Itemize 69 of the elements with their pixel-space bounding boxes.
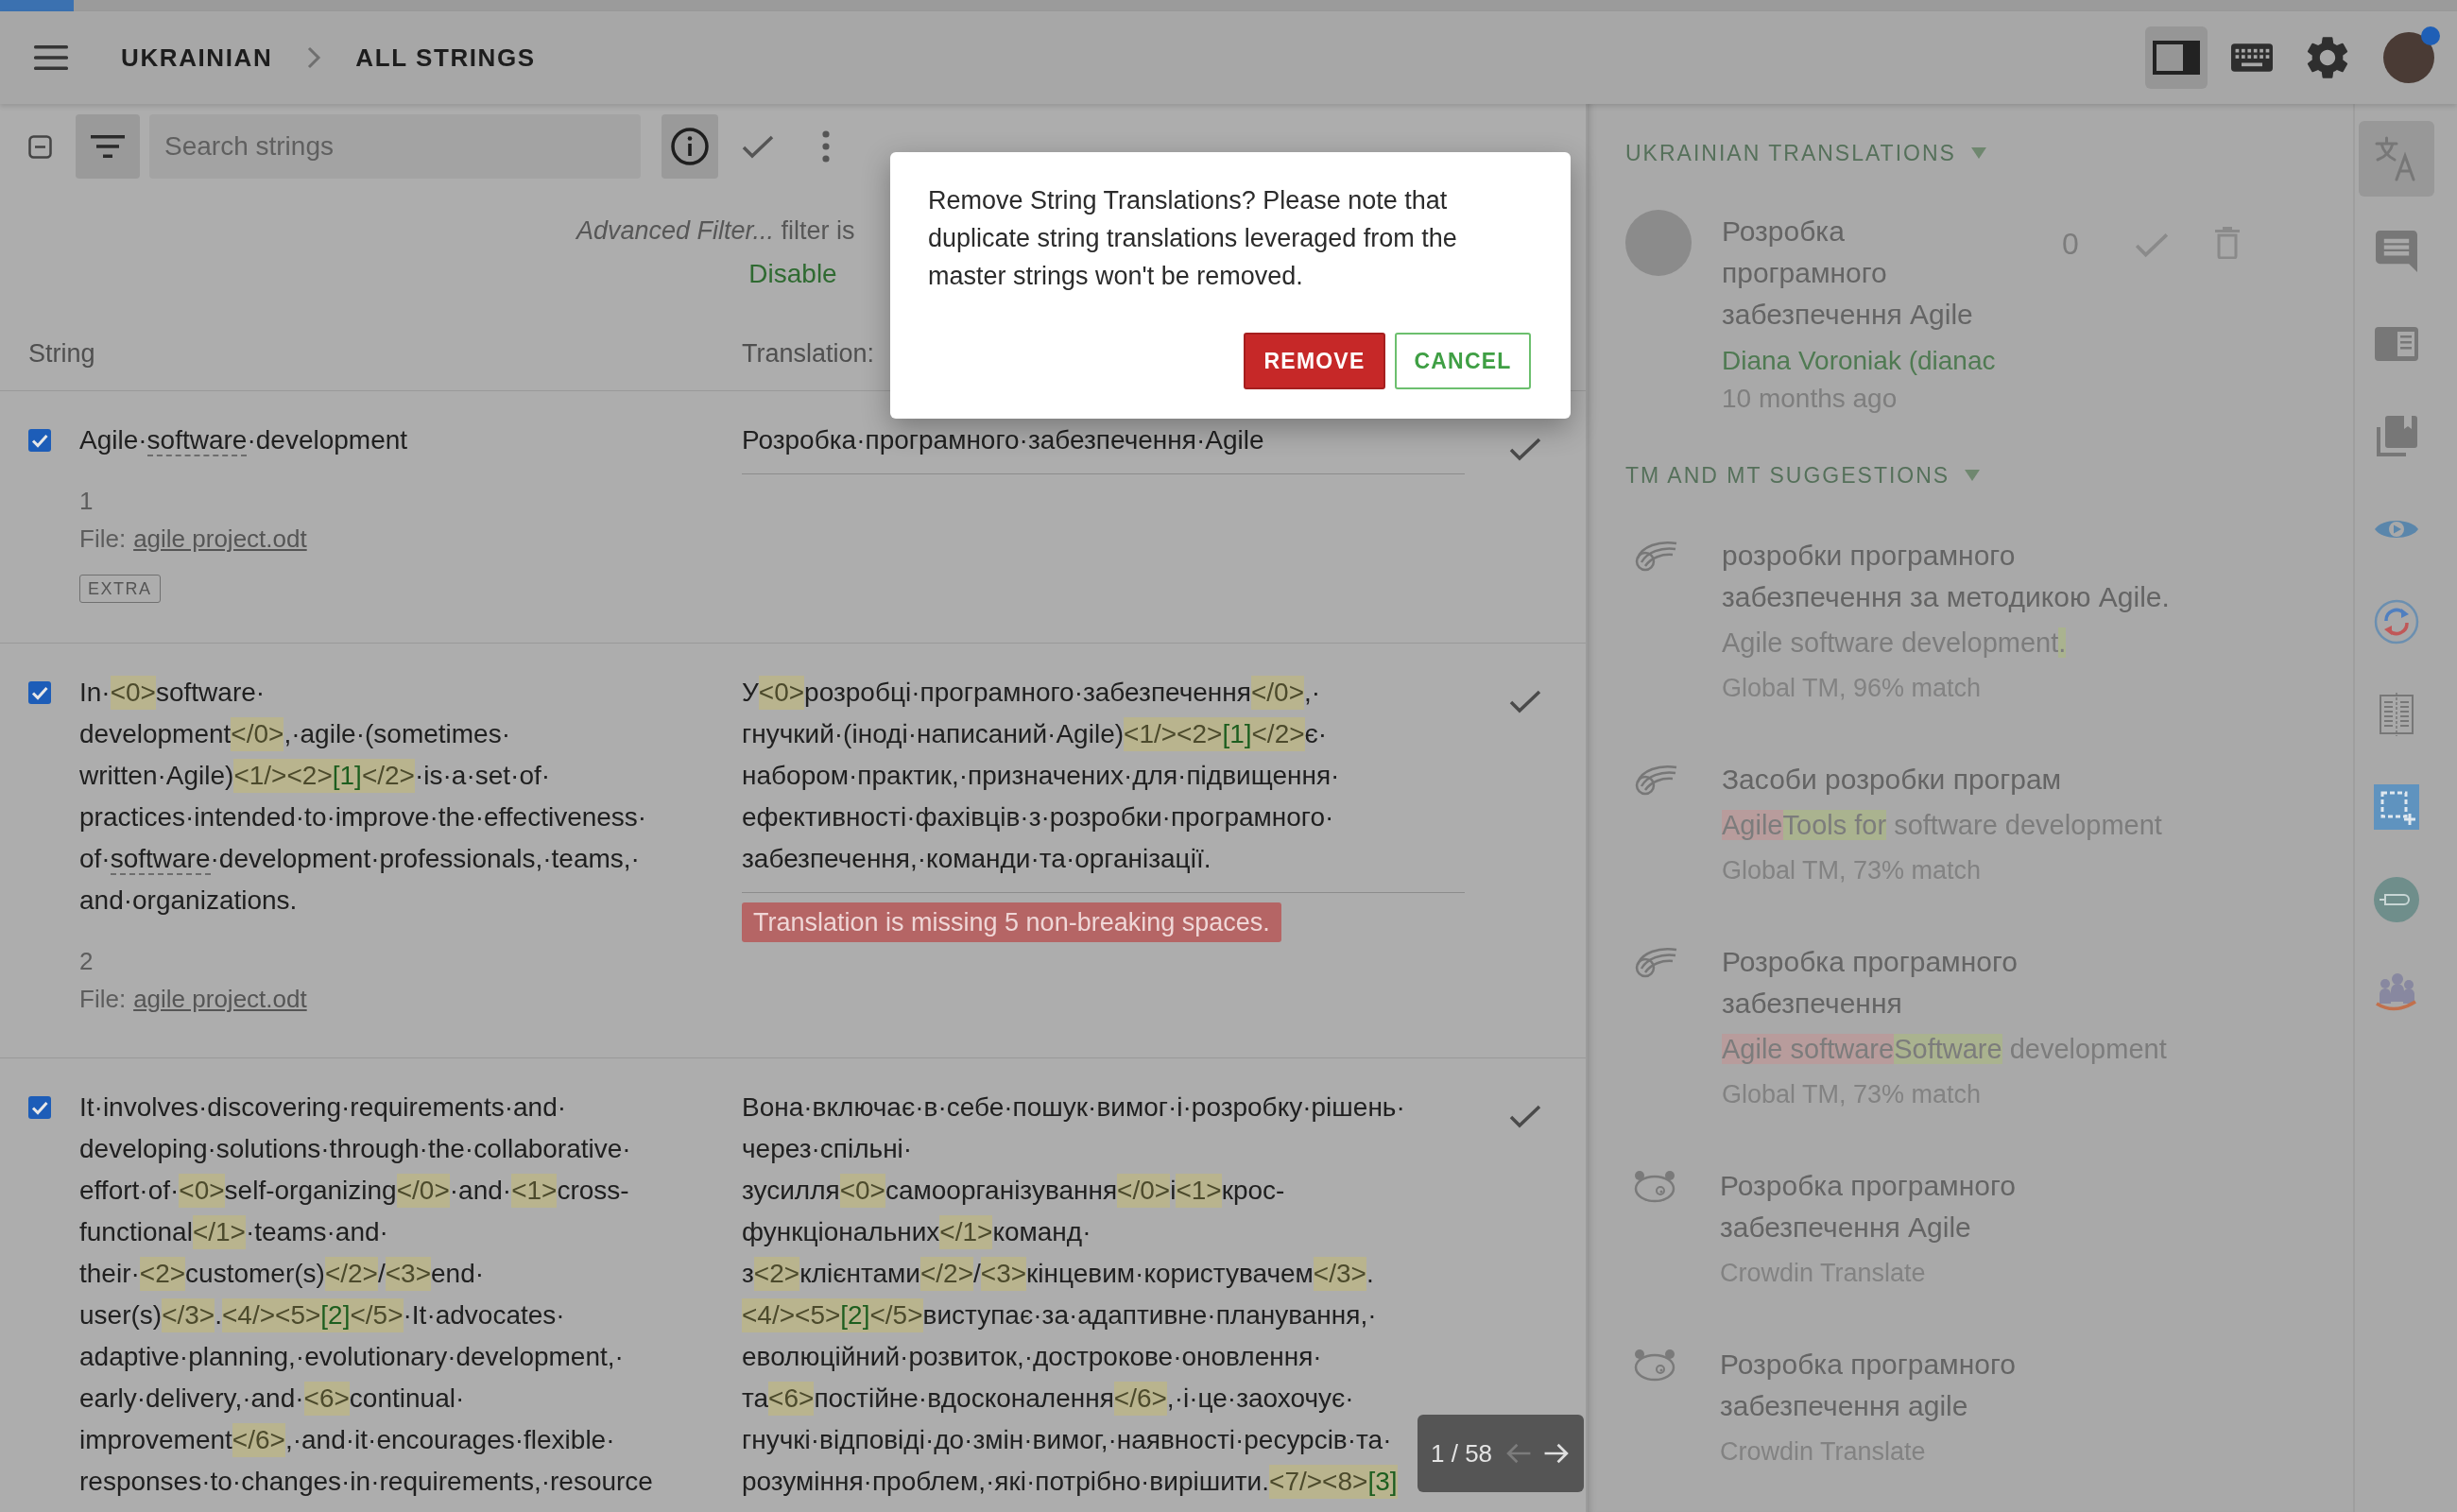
checkbox[interactable] bbox=[28, 429, 51, 452]
file-link[interactable]: agile project.odt bbox=[133, 980, 307, 1018]
bookmarked-pages-icon bbox=[2376, 416, 2417, 457]
file-link[interactable]: agile project.odt bbox=[133, 520, 307, 558]
check-icon bbox=[741, 133, 775, 160]
column-header: String bbox=[28, 338, 95, 369]
checkbox[interactable] bbox=[28, 1096, 51, 1119]
people-icon bbox=[2374, 971, 2419, 1013]
section-title[interactable]: UKRAINIAN TRANSLATIONS bbox=[1625, 139, 1956, 167]
sync-icon bbox=[2374, 599, 2419, 644]
info-button[interactable] bbox=[662, 114, 718, 179]
settings-icon bbox=[2307, 37, 2348, 78]
search-field[interactable]: Search strings bbox=[149, 114, 641, 179]
translation-text: Вона·включає·в·себе·пошук·вимог·і·розробку·рішень· через·спільні· зусилля<0>самоорганізування</0>і<1>крос- функціональних</1>команд· з<2>клієнтами</2>/<3>кінцевим·користувачем</3>. <4/><5>[2]</5>виступає·за·адаптивне·планування,· еволюційний·розвиток,·дострокове·оновлення· та<6>постійне·вдосконалення</6>,·і·це·заохочує· гнучкі·відповіді·до·змін·вимог,·наявності·ресурсів·та· розуміння·проблем,·які·потрібно·вирішити.<7/><8>[3] bbox=[742, 1087, 1405, 1503]
suggestion-text[interactable]: Розробка програмного забезпечення bbox=[1722, 941, 2018, 1024]
breadcrumb-link[interactable]: UKRAINIAN bbox=[121, 43, 273, 73]
layout-icon bbox=[2153, 41, 2200, 75]
suggestion-text[interactable]: розробки програмного забезпечення за методикою Agile. bbox=[1722, 535, 2170, 618]
next-arrow-icon[interactable] bbox=[1543, 1442, 1571, 1465]
label-icon bbox=[2374, 877, 2419, 922]
user-avatar[interactable] bbox=[2383, 32, 2434, 83]
label-tag: EXTRA bbox=[79, 575, 161, 603]
info-icon bbox=[671, 128, 709, 165]
comment-icon bbox=[2376, 231, 2417, 272]
chevron-icon bbox=[306, 45, 322, 70]
author-name: Diana Voroniak (dianac bbox=[1722, 345, 1996, 377]
source-text: In·<0>software· development</0>,·agile·(sometimes· written·Agile)<1/><2>[1]</2>·is·a·set·of· practices·intended·to·improve·the·effectiveness· of·software·development·professionals,·teams,· and·organizations. bbox=[79, 675, 647, 917]
file-label: File: bbox=[79, 524, 127, 555]
collapse-icon[interactable] bbox=[28, 134, 52, 159]
error-message: Translation is missing 5 non-breaking spaces. bbox=[742, 902, 1281, 942]
swirl-icon bbox=[1633, 539, 1678, 573]
file-label: File: bbox=[79, 984, 127, 1015]
filter-notice: Advanced Filter... filter is bbox=[576, 215, 855, 247]
filter-button[interactable] bbox=[76, 114, 140, 179]
section-title[interactable]: TM AND MT SUGGESTIONS bbox=[1625, 461, 1950, 490]
check-icon[interactable] bbox=[1508, 1103, 1542, 1129]
translation-text: У<0>розробці·програмного·забезпечення</0>,· гнучкий·(іноді·написаний·Agile)<1/><2>[1]</2>є· набором·практик,·призначених·для·підвищення· ефективності·фахівців·з·розробки·програмного· забезпечення,·команди·та·організації. bbox=[742, 675, 1340, 875]
filter-icon bbox=[91, 135, 125, 158]
translation-suggestion: Розробка програмного забезпечення Agile bbox=[1722, 215, 1973, 332]
keyboard-icon bbox=[2231, 43, 2273, 72]
checkbox[interactable] bbox=[28, 681, 51, 704]
reader-panel-icon bbox=[2375, 327, 2418, 361]
string-number: 1 bbox=[79, 486, 94, 517]
document-icon bbox=[2380, 693, 2414, 736]
menu-icon[interactable] bbox=[34, 45, 68, 70]
disable-filter-link[interactable]: Disable bbox=[748, 257, 837, 291]
check-icon[interactable] bbox=[2133, 231, 2170, 259]
suggestion-text[interactable]: Розробка програмного забезпечення agile bbox=[1720, 1344, 2016, 1427]
layout-button[interactable] bbox=[2145, 26, 2208, 89]
source-text: Agile·software·development bbox=[79, 424, 408, 458]
string-number: 2 bbox=[79, 946, 94, 977]
swirl-icon bbox=[1633, 763, 1678, 797]
page-counter: 1 / 58 bbox=[1431, 1438, 1493, 1469]
cancel-button[interactable]: CANCEL bbox=[1395, 333, 1531, 389]
source-text: It·involves·discovering·requirements·and· developing·solutions·through·the·collaborative· effort·of·<0>self-organizing</0>·and·<1>cross- functional</1>·teams·and· their·<2>customer(s)</2>/<3>end· user(s)</3>.<4/><5>[2]</5>·It·advocates· adaptive·planning,·evolutionary·development,· early·delivery,·and·<6>continual· improvement</6>,·and·it·encourages·flexible· responses·to·changes·in·requirements,·resource bbox=[79, 1091, 653, 1498]
translation-text: Розробка·програмного·забезпечення·Agile bbox=[742, 424, 1264, 456]
suggestion-text[interactable]: Засоби розробки програм bbox=[1722, 759, 2062, 800]
bear-face-icon bbox=[1633, 1169, 1676, 1203]
more-icon bbox=[822, 130, 830, 163]
bear-face-icon bbox=[1633, 1348, 1676, 1382]
suggestion-text[interactable]: Розробка програмного забезпечення Agile bbox=[1720, 1165, 2016, 1248]
column-header: Translation: bbox=[742, 338, 875, 369]
breadcrumb-link[interactable]: ALL STRINGS bbox=[355, 43, 536, 73]
selection-icon bbox=[2374, 784, 2419, 830]
remove-button[interactable]: REMOVE bbox=[1244, 333, 1385, 389]
check-icon[interactable] bbox=[1508, 436, 1542, 462]
check-icon[interactable] bbox=[1508, 688, 1542, 714]
dialog-message: Remove String Translations? Please note that duplicate string translations leveraged from the master strings won't be removed. bbox=[928, 185, 1458, 292]
swirl-icon bbox=[1633, 945, 1678, 979]
